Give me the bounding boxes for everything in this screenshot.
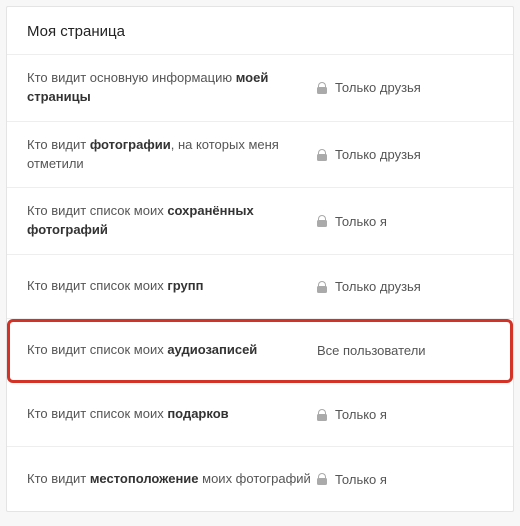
setting-value-text: Только я [335, 472, 387, 487]
settings-row[interactable]: Кто видит список моих аудиозаписейВсе по… [7, 319, 513, 383]
setting-label: Кто видит фотографии, на которых меня от… [27, 136, 317, 174]
setting-value-text: Только друзья [335, 147, 421, 162]
lock-icon [317, 215, 327, 227]
lock-icon [317, 82, 327, 94]
setting-value[interactable]: Только друзья [317, 80, 493, 95]
lock-icon [317, 409, 327, 421]
setting-value-text: Только я [335, 214, 387, 229]
settings-row[interactable]: Кто видит список моих подарков Только я [7, 383, 513, 447]
settings-row[interactable]: Кто видит основную информацию моей стран… [7, 55, 513, 122]
settings-row[interactable]: Кто видит фотографии, на которых меня от… [7, 122, 513, 189]
setting-label: Кто видит список моих подарков [27, 405, 317, 424]
setting-value-text: Все пользователи [317, 343, 426, 358]
setting-value[interactable]: Все пользователи [317, 343, 493, 358]
setting-value[interactable]: Только я [317, 214, 493, 229]
lock-icon [317, 473, 327, 485]
privacy-panel: Моя страница Кто видит основную информац… [6, 6, 514, 512]
setting-value-text: Только друзья [335, 279, 421, 294]
setting-value[interactable]: Только я [317, 407, 493, 422]
setting-value-text: Только я [335, 407, 387, 422]
settings-row[interactable]: Кто видит местоположение моих фотографий… [7, 447, 513, 511]
setting-label: Кто видит список моих сохранённых фотогр… [27, 202, 317, 240]
setting-label: Кто видит местоположение моих фотографий [27, 470, 317, 489]
lock-icon [317, 281, 327, 293]
setting-value-text: Только друзья [335, 80, 421, 95]
setting-value[interactable]: Только друзья [317, 279, 493, 294]
setting-label: Кто видит основную информацию моей стран… [27, 69, 317, 107]
settings-list: Кто видит основную информацию моей стран… [7, 55, 513, 511]
setting-value[interactable]: Только друзья [317, 147, 493, 162]
settings-row[interactable]: Кто видит список моих групп Только друзья [7, 255, 513, 319]
settings-row[interactable]: Кто видит список моих сохранённых фотогр… [7, 188, 513, 255]
setting-value[interactable]: Только я [317, 472, 493, 487]
setting-label: Кто видит список моих аудиозаписей [27, 341, 317, 360]
lock-icon [317, 149, 327, 161]
setting-label: Кто видит список моих групп [27, 277, 317, 296]
page-title: Моя страница [7, 7, 513, 55]
